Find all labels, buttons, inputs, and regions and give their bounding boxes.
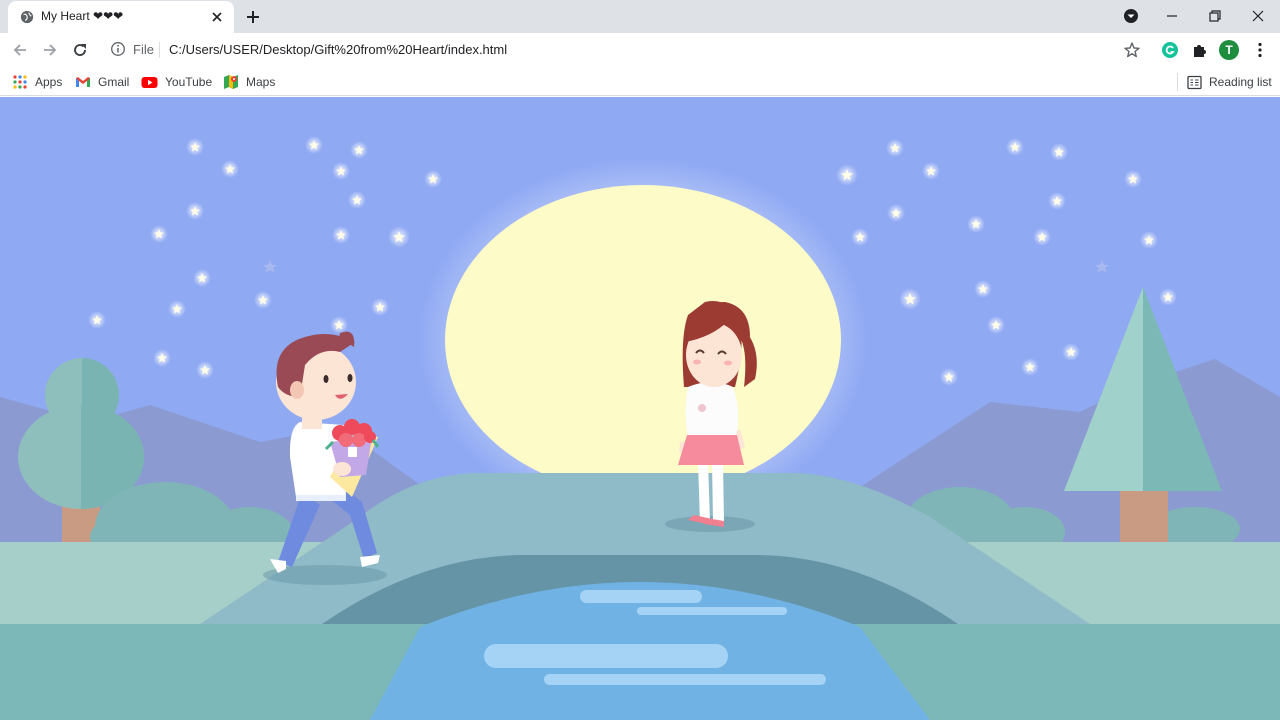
river-highlight xyxy=(544,674,826,685)
profile-avatar[interactable]: T xyxy=(1219,40,1239,60)
grammarly-extension-icon[interactable] xyxy=(1160,40,1180,60)
browser-toolbar: File C:/Users/USER/Desktop/Gift%20from%2… xyxy=(0,33,1280,67)
bookmark-gmail[interactable]: Gmail xyxy=(75,72,129,92)
forward-arrow-icon[interactable] xyxy=(40,40,60,60)
bookmark-label: Gmail xyxy=(98,75,130,89)
bookmark-label: Maps xyxy=(246,75,276,89)
river-highlight xyxy=(484,644,728,668)
tab-strip: My Heart ❤❤❤ xyxy=(0,0,1280,33)
reading-list-label: Reading list xyxy=(1209,75,1272,89)
menu-kebab-icon[interactable] xyxy=(1250,40,1270,60)
bookmarks-separator xyxy=(1177,73,1178,91)
browser-tab[interactable]: My Heart ❤❤❤ xyxy=(8,1,234,33)
url-scheme-label: File xyxy=(133,42,154,57)
bookmark-label: YouTube xyxy=(165,75,213,89)
bookmark-label: Apps xyxy=(35,75,63,89)
url-separator xyxy=(159,42,160,58)
new-tab-icon[interactable] xyxy=(244,8,262,26)
tab-search-icon[interactable] xyxy=(1121,6,1141,26)
gmail-icon xyxy=(76,77,90,87)
bookmark-star-icon[interactable] xyxy=(1122,40,1142,60)
globe-icon xyxy=(20,10,34,24)
bookmark-maps[interactable]: Maps xyxy=(223,72,275,92)
bookmark-youtube[interactable]: YouTube xyxy=(141,72,212,92)
tab-title: My Heart ❤❤❤ xyxy=(41,9,124,23)
close-window-icon[interactable] xyxy=(1248,6,1268,26)
bookmark-apps[interactable]: Apps xyxy=(12,72,62,92)
moon xyxy=(445,185,841,495)
restore-icon[interactable] xyxy=(1205,6,1225,26)
river-highlight xyxy=(580,590,702,603)
bookmarks-bar: Apps Gmail YouTube Maps Reading list xyxy=(0,67,1280,96)
reading-list-button[interactable]: Reading list xyxy=(1187,72,1272,92)
address-bar[interactable]: C:/Users/USER/Desktop/Gift%20from%20Hear… xyxy=(169,42,507,57)
page-content xyxy=(0,97,1280,720)
reading-list-icon xyxy=(1187,75,1202,89)
extensions-puzzle-icon[interactable] xyxy=(1190,40,1210,60)
apps-grid-icon xyxy=(13,75,27,89)
site-info-icon[interactable] xyxy=(110,41,126,57)
romantic-night-scene xyxy=(0,97,1280,720)
river-highlight xyxy=(637,607,787,615)
youtube-icon xyxy=(141,77,158,88)
close-tab-icon[interactable] xyxy=(209,9,225,25)
minimize-icon[interactable] xyxy=(1162,6,1182,26)
maps-icon xyxy=(224,75,238,89)
reload-icon[interactable] xyxy=(70,40,90,60)
back-arrow-icon[interactable] xyxy=(10,40,30,60)
